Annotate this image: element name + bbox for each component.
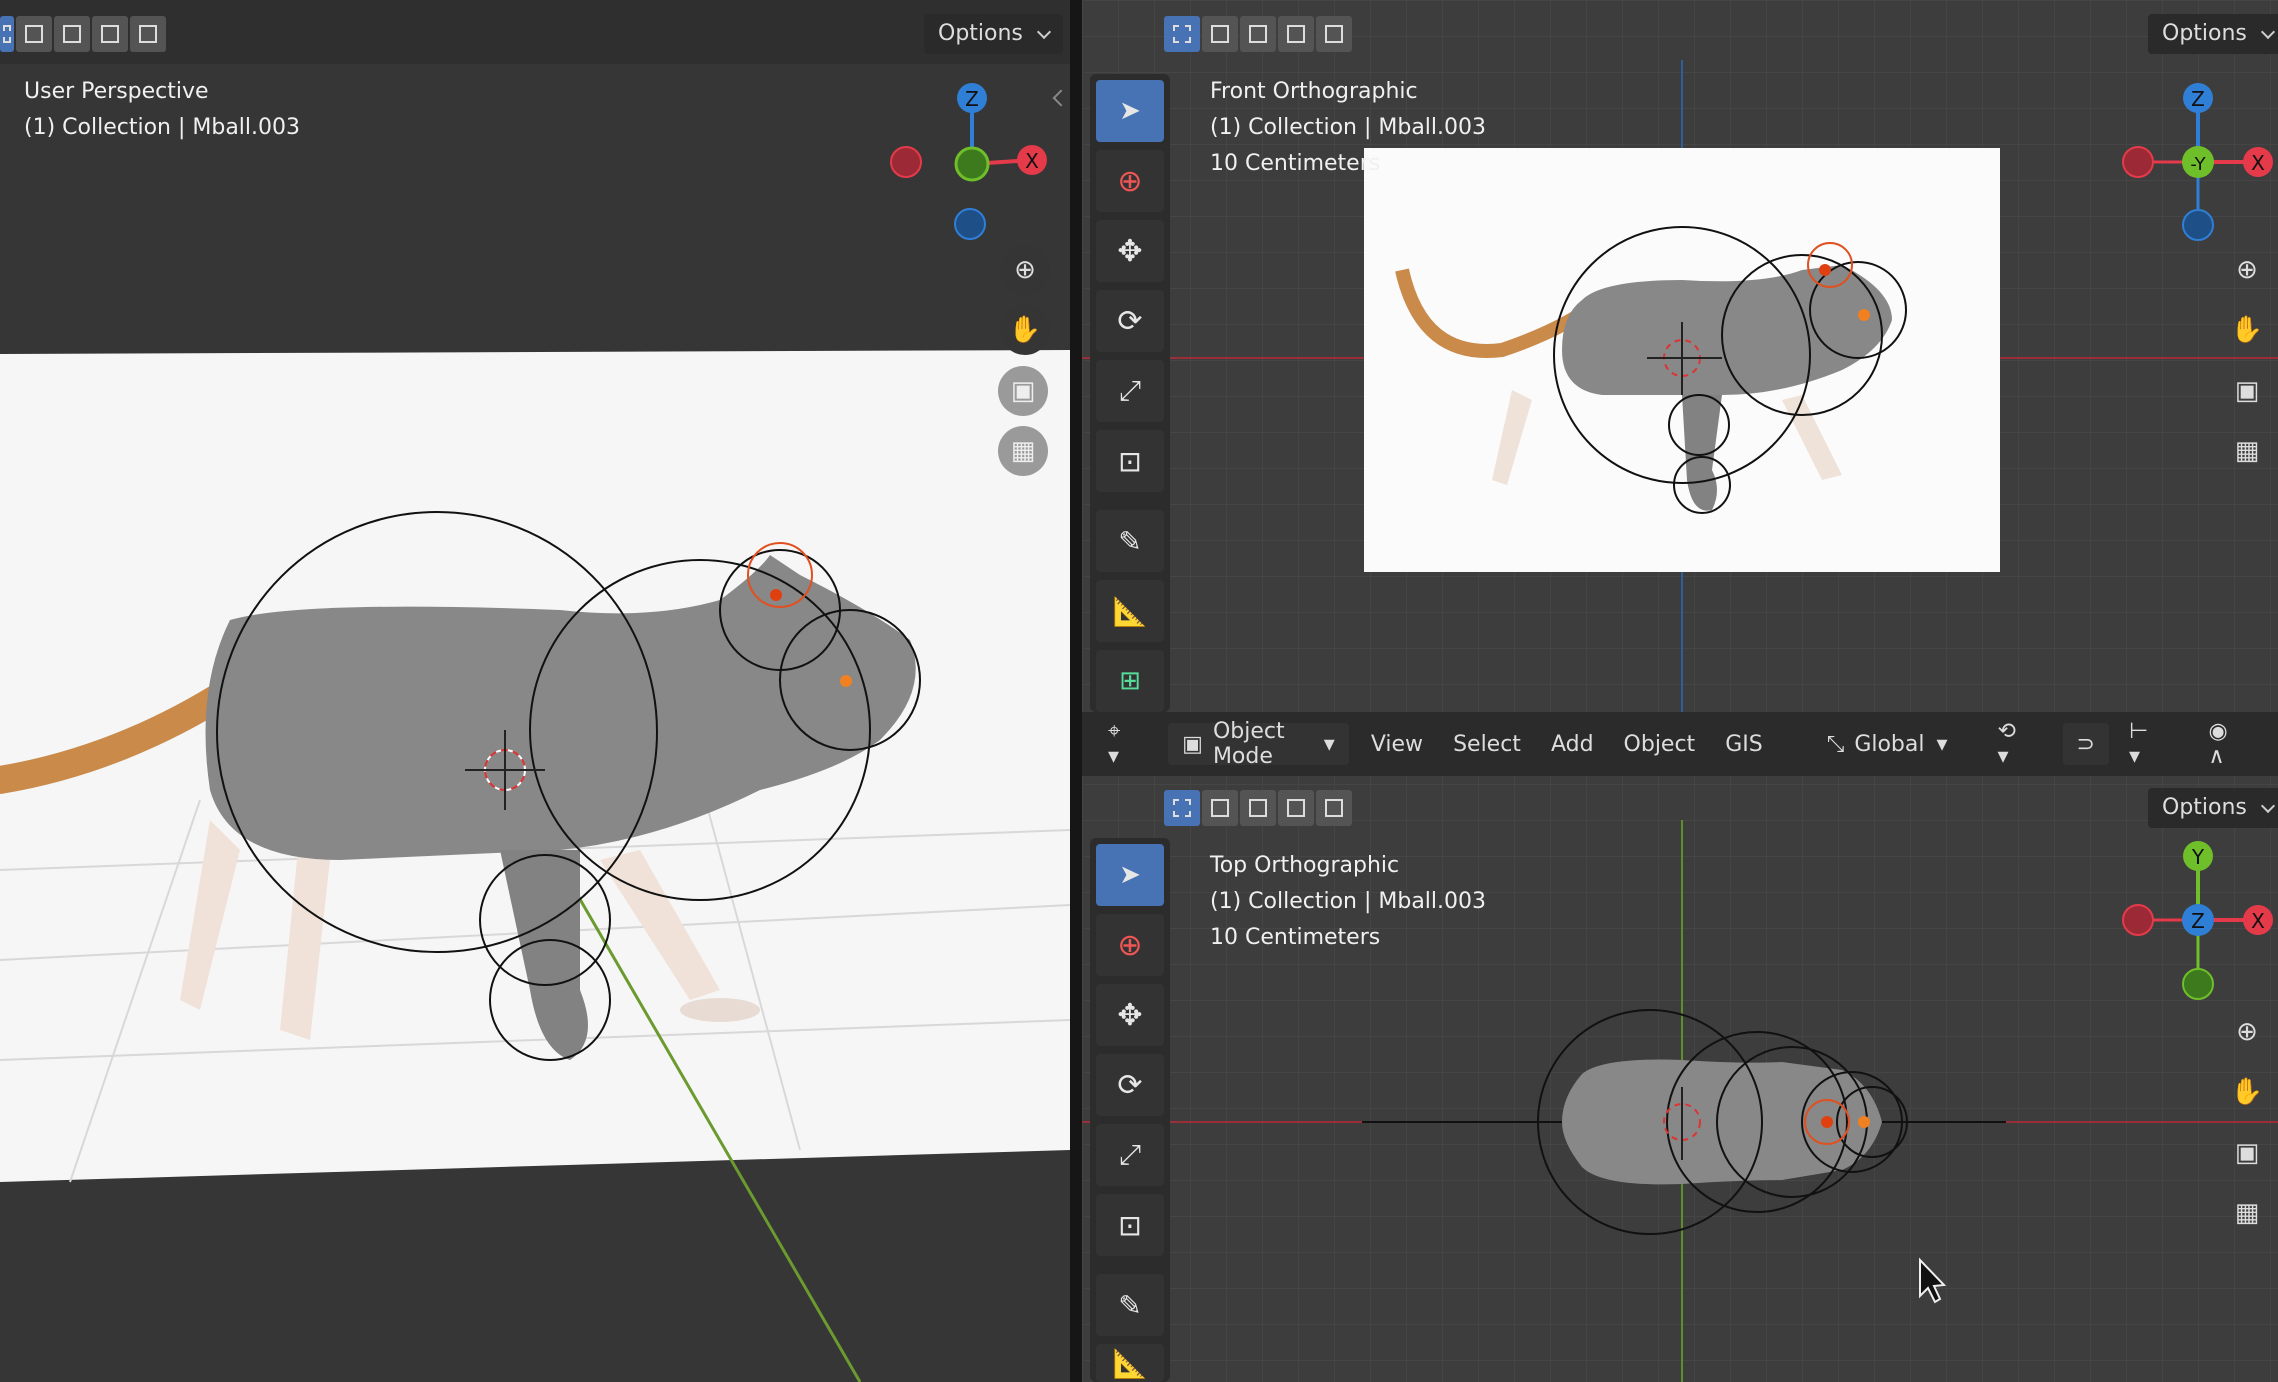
collection-label: (1) Collection | Mball.003: [1210, 889, 1487, 914]
ortho-grid-icon[interactable]: ▦: [2222, 1188, 2272, 1238]
scale-icon: ⤢: [1118, 1138, 1142, 1171]
rotate-icon: ⟳: [1117, 303, 1143, 339]
gizmo-x-label: X: [1025, 149, 1039, 173]
rotate-icon: ⟳: [1117, 1067, 1143, 1103]
crosshair-icon: ⊕: [1117, 163, 1143, 199]
gizmo-neg-y-label: -Y: [2190, 154, 2206, 175]
select-box-tool[interactable]: ➤: [1096, 80, 1164, 142]
ruler-icon: 📐: [1112, 594, 1148, 628]
annotate-tool[interactable]: ✎: [1096, 510, 1164, 572]
transform-icon: ⊡: [1118, 1208, 1142, 1242]
area-divider-vertical[interactable]: [1070, 0, 1082, 1382]
cursor-tool[interactable]: ⊕: [1096, 150, 1164, 212]
add-cube-icon: ⊞: [1119, 666, 1141, 696]
pan-hand-icon[interactable]: ✋: [1000, 305, 1050, 355]
view-title: User Perspective: [24, 79, 209, 104]
move-arrows-icon: ✥: [1117, 997, 1143, 1033]
viewport-info: Top Orthographic (1) Collection | Mball.…: [1210, 848, 1486, 956]
annotate-tool[interactable]: ✎: [1096, 1274, 1164, 1336]
viewport-top-ortho[interactable]: ⌖ ▾ ▣ Object Mode ▾ View Select Add Obje…: [1082, 712, 2278, 1382]
grid-scale-label: 10 Centimeters: [1210, 151, 1381, 176]
zoom-icon[interactable]: ⊕: [2222, 1007, 2272, 1057]
pan-hand-icon[interactable]: ✋: [2222, 305, 2272, 355]
zoom-icon[interactable]: ⊕: [2222, 245, 2272, 295]
scale-tool[interactable]: ⤢: [1096, 1124, 1164, 1186]
pan-hand-icon[interactable]: ✋: [2222, 1067, 2272, 1117]
gizmo-x-label: X: [2251, 151, 2265, 175]
pencil-icon: ✎: [1118, 524, 1142, 558]
ortho-grid-icon[interactable]: ▦: [2222, 426, 2272, 476]
cursor-tool[interactable]: ⊕: [1096, 914, 1164, 976]
viewport-perspective[interactable]: Options User Perspective (1) Collection …: [0, 0, 1070, 1382]
top-scene: [1082, 820, 2278, 1382]
viewport-info: Front Orthographic (1) Collection | Mbal…: [1210, 74, 1486, 182]
perspective-grid-icon[interactable]: ▦: [998, 426, 1048, 476]
grid-scale-label: 10 Centimeters: [1210, 925, 1381, 950]
measure-tool[interactable]: 📐: [1096, 1344, 1164, 1382]
move-tool[interactable]: ✥: [1096, 220, 1164, 282]
camera-icon[interactable]: ▣: [998, 366, 1048, 416]
pencil-icon: ✎: [1118, 1288, 1142, 1322]
move-arrows-icon: ✥: [1117, 233, 1143, 269]
crosshair-icon: ⊕: [1117, 927, 1143, 963]
navigation-gizmo[interactable]: Z X -Y: [2102, 70, 2278, 250]
rotate-tool[interactable]: ⟳: [1096, 290, 1164, 352]
camera-icon[interactable]: ▣: [2222, 1128, 2272, 1178]
scale-tool[interactable]: ⤢: [1096, 360, 1164, 422]
cursor-arrow-icon: ➤: [1119, 96, 1141, 126]
camera-icon[interactable]: ▣: [2222, 366, 2272, 416]
viewport-info: User Perspective (1) Collection | Mball.…: [24, 74, 300, 146]
zoom-icon[interactable]: ⊕: [1000, 245, 1050, 295]
collection-label: (1) Collection | Mball.003: [24, 115, 301, 140]
transform-tool[interactable]: ⊡: [1096, 430, 1164, 492]
view-title: Front Orthographic: [1210, 79, 1418, 104]
gizmo-y-label: Y: [2191, 845, 2205, 869]
scale-icon: ⤢: [1118, 374, 1142, 407]
move-tool[interactable]: ✥: [1096, 984, 1164, 1046]
viewport-front-ortho[interactable]: Options Front Orthographic (1) Collectio…: [1082, 0, 2278, 712]
cursor-arrow-icon: ➤: [1119, 860, 1141, 890]
add-cube-tool[interactable]: ⊞: [1096, 650, 1164, 712]
navigation-gizmo[interactable]: Z X: [880, 70, 1060, 250]
gizmo-z-label: Z: [965, 87, 979, 111]
select-box-tool[interactable]: ➤: [1096, 844, 1164, 906]
measure-tool[interactable]: 📐: [1096, 580, 1164, 642]
transform-tool[interactable]: ⊡: [1096, 1194, 1164, 1256]
rotate-tool[interactable]: ⟳: [1096, 1054, 1164, 1116]
transform-icon: ⊡: [1118, 444, 1142, 478]
tool-shelf: ➤ ⊕ ✥ ⟳ ⤢ ⊡ ✎ 📐: [1090, 838, 1170, 1382]
collection-label: (1) Collection | Mball.003: [1210, 115, 1487, 140]
ruler-icon: 📐: [1112, 1346, 1148, 1380]
view-title: Top Orthographic: [1210, 853, 1400, 878]
navigation-gizmo[interactable]: Y X Z: [2102, 832, 2278, 1012]
gizmo-x-label: X: [2251, 909, 2265, 933]
gizmo-z-label: Z: [2191, 87, 2205, 111]
gizmo-z-label: Z: [2191, 909, 2205, 933]
tool-shelf: ➤ ⊕ ✥ ⟳ ⤢ ⊡ ✎ 📐 ⊞: [1090, 74, 1170, 712]
